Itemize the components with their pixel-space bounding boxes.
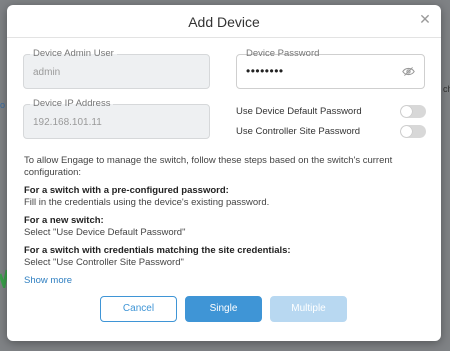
default-password-row: Use Device Default Password [236,105,426,119]
dialog-title: Add Device [188,14,260,30]
default-password-label: Use Device Default Password [236,106,362,117]
password-value[interactable]: •••••••• [246,64,284,78]
instruction-block: For a new switch: Select "Use Device Def… [24,215,429,239]
cancel-button[interactable]: Cancel [100,296,177,322]
dialog-header: Add Device ✕ [7,5,441,38]
ip-address-field: Device IP Address 192.168.101.11 [23,98,210,139]
add-device-dialog: Add Device ✕ Device Admin User admin Dev… [7,5,441,341]
instructions-intro: To allow Engage to manage the switch, fo… [24,155,393,178]
checkmark-icon [0,269,7,288]
eye-slash-icon[interactable] [402,66,415,77]
password-field[interactable]: Device Password •••••••• [236,48,425,89]
toggle-knob [401,106,412,117]
instruction-block: For a switch with a pre-configured passw… [24,185,429,209]
ip-address-label: Device IP Address [30,98,114,109]
instruction-block: For a switch with credentials matching t… [24,245,429,269]
show-more-link[interactable]: Show more [24,275,429,286]
background-text: o [0,100,6,110]
site-password-row: Use Controller Site Password [236,125,426,139]
ip-address-value: 192.168.101.11 [33,117,102,128]
password-label: Device Password [243,48,323,59]
site-password-label: Use Controller Site Password [236,126,361,137]
instruction-text: Select "Use Controller Site Password" [24,257,184,268]
site-password-toggle[interactable] [400,125,426,138]
single-button[interactable]: Single [185,296,262,322]
multiple-button[interactable]: Multiple [270,296,347,322]
instruction-text: Fill in the credentials using the device… [24,197,270,208]
background-text: ch [443,84,450,94]
toggle-knob [401,126,412,137]
instruction-heading: For a switch with credentials matching t… [24,245,291,256]
close-icon[interactable]: ✕ [418,12,432,26]
instruction-heading: For a switch with a pre-configured passw… [24,185,229,196]
admin-user-field: Device Admin User admin [23,48,210,89]
instruction-heading: For a new switch: [24,215,104,226]
instructions: To allow Engage to manage the switch, fo… [24,155,429,286]
default-password-toggle[interactable] [400,105,426,118]
instruction-text: Select "Use Device Default Password" [24,227,186,238]
admin-user-label: Device Admin User [30,48,117,59]
admin-user-value: admin [33,67,61,78]
